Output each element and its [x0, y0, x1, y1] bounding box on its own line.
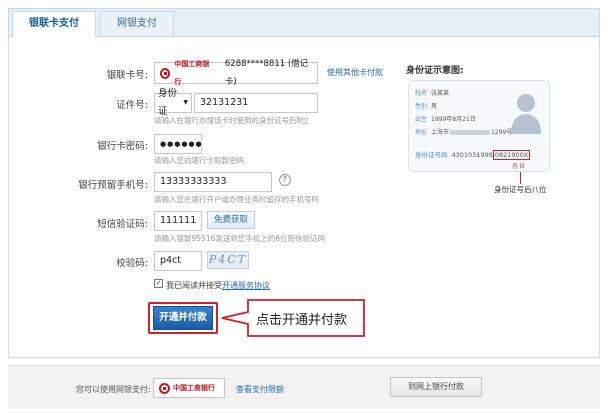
agree-text-wrap: 我已阅读并接受开通服务协议	[166, 280, 270, 291]
callout-text: 点击开通并付款	[256, 313, 348, 328]
password-hint: 请输入您的银行卡取款密码	[154, 156, 244, 165]
bottom-bank-name: 中国工商银行	[173, 384, 215, 392]
id-addr-value: 上海市	[431, 129, 450, 136]
id-type-select[interactable]: 身份证 ▼	[154, 88, 192, 117]
password-label: 银行卡密码:	[97, 141, 148, 152]
pointer-line	[520, 172, 521, 184]
tab-online-banking[interactable]: 网银支付	[100, 11, 174, 36]
id-addr-row: 地址 上海市 1299号	[415, 127, 512, 136]
id-number-prefix: 4301031999	[451, 151, 493, 159]
id-card-illustration: 姓名 张某某 性别男 出生 1999年8月21日 地址 上海市 1299号 身份证号码 4…	[408, 80, 550, 172]
id-hint: 请输入在银行办理该卡时使用的身份证号后8位	[154, 116, 309, 125]
icbc-logo-icon	[159, 382, 170, 394]
card-selector[interactable]: 中国工商银行 6288****8811 (借记卡)	[154, 59, 318, 87]
sms-code-input[interactable]: 111111	[154, 211, 202, 231]
get-sms-code-button[interactable]: 免费获取	[207, 211, 255, 229]
phone-hint: 请输入您在银行开户或办理业务时留存的手机号码	[154, 195, 319, 204]
service-agreement-link[interactable]: 开通服务协议	[222, 281, 270, 290]
card-number-label: 银联卡号:	[106, 70, 148, 81]
id-month-day: 月 日	[512, 164, 525, 170]
chevron-down-icon: ▼	[183, 99, 188, 106]
id-birth-value: 1999年8月21日	[431, 116, 476, 123]
use-other-card-link[interactable]: 使用其他卡付款	[327, 67, 383, 78]
online-banking-label: 您可以使用网银支付:	[76, 385, 151, 394]
captcha-input[interactable]: p4ct	[154, 251, 202, 271]
card-number-value: 6288****8811 (借记卡)	[224, 59, 309, 87]
icbc-logo-icon	[160, 67, 171, 79]
help-icon[interactable]: ?	[279, 174, 291, 186]
id-birth-key: 出生	[415, 116, 428, 123]
id-caption: 身份证号后八位	[494, 185, 547, 194]
sms-hint: 请输入银联95516发送到您手机上的6位短信验证码	[154, 234, 326, 243]
address-redaction	[450, 130, 491, 135]
tab-bar	[8, 8, 600, 36]
open-and-pay-button[interactable]: 开通并付款	[153, 306, 213, 330]
id-birth-row: 出生 1999年8月21日	[415, 114, 476, 123]
sms-label: 短信验证码:	[97, 219, 148, 230]
captcha-image[interactable]: P4CT	[207, 251, 249, 269]
id-name-key: 姓名	[415, 90, 428, 97]
person-silhouette-icon	[511, 94, 541, 134]
id-label: 证件号:	[116, 100, 148, 111]
captcha-label: 校验码:	[116, 258, 148, 269]
id-number-key: 身份证号码	[415, 151, 448, 159]
id-sex-key: 性别	[415, 103, 428, 110]
tab-unionpay-card[interactable]: 银联卡支付	[12, 11, 96, 37]
id-illustration-title: 身份证示意图:	[406, 66, 464, 76]
id-number-input[interactable]: 32131231	[194, 93, 318, 113]
id-number-row: 身份证号码 4301031999 0821900X	[415, 149, 531, 160]
id-number-highlight: 0821900X	[492, 150, 531, 160]
password-input[interactable]: ●●●●●●	[154, 134, 202, 154]
view-limit-link[interactable]: 查看支付限额	[236, 384, 284, 395]
bank-option[interactable]: 中国工商银行	[153, 378, 225, 398]
agree-text: 我已阅读并接受	[166, 281, 222, 290]
id-addr-key: 地址	[415, 129, 428, 136]
phone-label: 银行预留手机号:	[78, 180, 148, 191]
id-sex-row: 性别男	[415, 101, 437, 110]
id-sex-value: 男	[431, 103, 438, 110]
agree-checkbox[interactable]: ✓	[154, 279, 163, 288]
phone-input[interactable]: 13333333333	[154, 172, 272, 192]
go-to-online-banking-button[interactable]: 到网上银行付款	[390, 377, 482, 397]
id-name-row: 姓名 张某某	[415, 88, 449, 97]
id-name-value: 张某某	[431, 90, 450, 97]
